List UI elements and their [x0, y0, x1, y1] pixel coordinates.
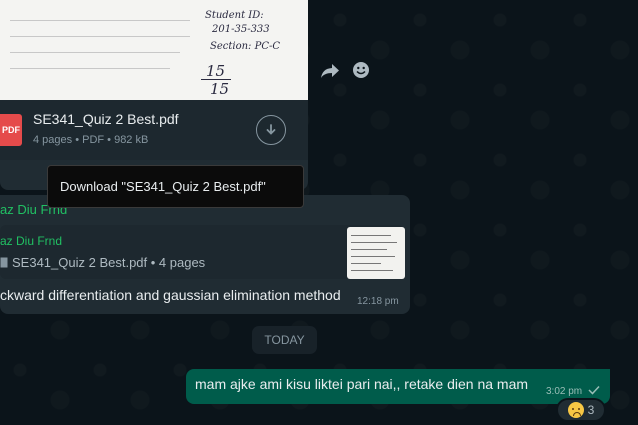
outgoing-message-time: 3:02 pm: [546, 386, 583, 397]
document-message[interactable]: Student ID: 201-35-333 Section: PC-C 15 …: [0, 0, 308, 190]
document-file-meta: 4 pages • PDF • 982 kB: [33, 134, 149, 146]
react-emoji-button[interactable]: [350, 59, 372, 81]
document-file-name: SE341_Quiz 2 Best.pdf: [33, 111, 179, 127]
preview-section: Section: PC-C: [210, 41, 281, 52]
message-reaction[interactable]: 3: [556, 398, 606, 422]
preview-total: 15: [210, 80, 230, 98]
preview-rule: [10, 20, 190, 21]
outgoing-message-text: mam ajke ami kisu liktei pari nai,, reta…: [195, 376, 529, 392]
download-arrow-icon: [266, 124, 276, 135]
preview-score: 15: [206, 62, 226, 80]
forward-icon: [321, 64, 339, 78]
reply-message[interactable]: az Diu Frnd az Diu Frnd SE341_Quiz 2 Bes…: [0, 195, 410, 314]
reaction-count: 3: [587, 403, 595, 417]
sent-check-icon: [588, 385, 600, 395]
download-button[interactable]: [256, 115, 286, 145]
preview-id-number: 201-35-333: [212, 24, 270, 35]
forward-button[interactable]: [318, 59, 342, 83]
reply-message-text: ckward differentiation and gaussian elim…: [0, 287, 341, 303]
document-info[interactable]: PDF SE341_Quiz 2 Best.pdf 4 pages • PDF …: [0, 100, 308, 160]
outgoing-message[interactable]: mam ajke ami kisu liktei pari nai,, reta…: [186, 369, 610, 404]
quoted-message[interactable]: az Diu Frnd SE341_Quiz 2 Best.pdf • 4 pa…: [0, 225, 405, 279]
pdf-file-icon: PDF: [0, 114, 22, 146]
quoted-sender-name: az Diu Frnd: [0, 234, 63, 248]
document-icon: [0, 257, 8, 268]
worried-face-icon: [567, 402, 584, 418]
reply-message-time: 12:18 pm: [357, 296, 399, 307]
quoted-thumbnail: [347, 227, 405, 279]
preview-student-id: Student ID:: [205, 10, 264, 21]
preview-rule: [10, 52, 180, 53]
preview-rule: [10, 36, 190, 37]
download-tooltip: Download "SE341_Quiz 2 Best.pdf": [47, 165, 304, 208]
quoted-file-row: SE341_Quiz 2 Best.pdf • 4 pages: [0, 255, 205, 270]
document-preview[interactable]: Student ID: 201-35-333 Section: PC-C 15 …: [0, 0, 308, 100]
date-divider: TODAY: [252, 326, 317, 354]
smiley-icon: [353, 62, 369, 78]
quoted-file-label: SE341_Quiz 2 Best.pdf • 4 pages: [12, 255, 206, 270]
preview-rule: [10, 68, 170, 69]
